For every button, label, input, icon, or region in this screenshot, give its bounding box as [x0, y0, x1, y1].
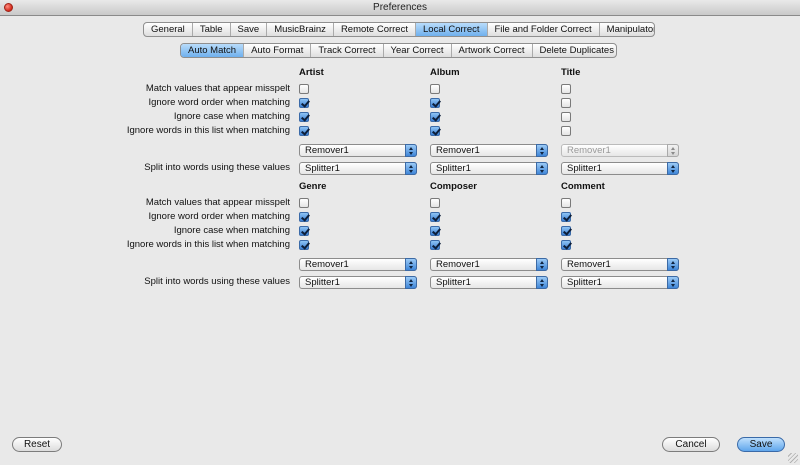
select-value: Splitter1: [567, 277, 602, 288]
subtab-track-correct[interactable]: Track Correct: [311, 44, 384, 57]
comment-word-order-checkbox[interactable]: [561, 212, 571, 222]
select-arrows-icon: [405, 162, 417, 175]
subtab-auto-format[interactable]: Auto Format: [244, 44, 312, 57]
select-value: Remover1: [567, 145, 611, 156]
composer-words-list-checkbox[interactable]: [430, 240, 440, 250]
title-word-order-checkbox[interactable]: [561, 98, 571, 108]
select-arrows-icon: [405, 276, 417, 289]
genre-misspelt-checkbox[interactable]: [299, 198, 309, 208]
select-arrows-icon: [667, 144, 679, 157]
select-arrows-icon: [667, 276, 679, 289]
row-label-words-list: Ignore words in this list when matching: [126, 239, 290, 250]
tab-save[interactable]: Save: [231, 23, 268, 36]
comment-remover-select[interactable]: Remover1: [561, 258, 679, 271]
preferences-content: General Table Save MusicBrainz Remote Correc…: [0, 16, 800, 465]
album-misspelt-checkbox[interactable]: [430, 84, 440, 94]
genre-splitter-select[interactable]: Splitter1: [299, 276, 417, 289]
title-remover-select: Remover1: [561, 144, 679, 157]
tab-local-correct[interactable]: Local Correct: [416, 23, 488, 36]
album-word-order-checkbox[interactable]: [430, 98, 440, 108]
row-label-misspelt: Match values that appear misspelt: [145, 197, 290, 208]
tab-table[interactable]: Table: [193, 23, 231, 36]
tab-manipulators[interactable]: Manipulators: [600, 23, 654, 36]
row-label-split: Split into words using these values: [144, 162, 290, 173]
tab-remote-correct[interactable]: Remote Correct: [334, 23, 416, 36]
tab-general[interactable]: General: [144, 23, 193, 36]
row-label-word-order: Ignore word order when matching: [148, 211, 290, 222]
title-misspelt-checkbox[interactable]: [561, 84, 571, 94]
title-splitter-select[interactable]: Splitter1: [561, 162, 679, 175]
select-arrows-icon: [536, 258, 548, 271]
select-value: Splitter1: [436, 277, 471, 288]
subtab-artwork-correct[interactable]: Artwork Correct: [452, 44, 533, 57]
select-value: Remover1: [436, 259, 480, 270]
save-button[interactable]: Save: [737, 437, 785, 452]
album-words-list-checkbox[interactable]: [430, 126, 440, 136]
artist-words-list-checkbox[interactable]: [299, 126, 309, 136]
subtab-delete-duplicates[interactable]: Delete Duplicates: [533, 44, 617, 57]
select-arrows-icon: [667, 258, 679, 271]
select-value: Splitter1: [305, 277, 340, 288]
row-label-word-order: Ignore word order when matching: [148, 97, 290, 108]
artist-misspelt-checkbox[interactable]: [299, 84, 309, 94]
tab-musicbrainz[interactable]: MusicBrainz: [267, 23, 334, 36]
artist-case-checkbox[interactable]: [299, 112, 309, 122]
genre-word-order-checkbox[interactable]: [299, 212, 309, 222]
album-splitter-select[interactable]: Splitter1: [430, 162, 548, 175]
genre-case-checkbox[interactable]: [299, 226, 309, 236]
subtab-auto-match[interactable]: Auto Match: [181, 44, 245, 57]
select-value: Remover1: [567, 259, 611, 270]
select-arrows-icon: [405, 144, 417, 157]
column-header-album: Album: [430, 67, 460, 78]
select-arrows-icon: [536, 144, 548, 157]
composer-misspelt-checkbox[interactable]: [430, 198, 440, 208]
row-label-case: Ignore case when matching: [173, 111, 290, 122]
select-value: Splitter1: [567, 163, 602, 174]
select-arrows-icon: [536, 162, 548, 175]
title-words-list-checkbox[interactable]: [561, 126, 571, 136]
cancel-button[interactable]: Cancel: [662, 437, 720, 452]
main-tab-bar: General Table Save MusicBrainz Remote Correc…: [143, 22, 655, 37]
select-arrows-icon: [405, 258, 417, 271]
window-title: Preferences: [373, 2, 427, 13]
select-value: Remover1: [436, 145, 480, 156]
album-remover-select[interactable]: Remover1: [430, 144, 548, 157]
composer-case-checkbox[interactable]: [430, 226, 440, 236]
column-header-composer: Composer: [430, 181, 477, 192]
column-header-genre: Genre: [299, 181, 327, 192]
resize-grip-icon[interactable]: [788, 453, 798, 463]
comment-misspelt-checkbox[interactable]: [561, 198, 571, 208]
select-value: Remover1: [305, 145, 349, 156]
sub-tab-bar: Auto Match Auto Format Track Correct Year C…: [180, 43, 617, 58]
composer-word-order-checkbox[interactable]: [430, 212, 440, 222]
genre-remover-select[interactable]: Remover1: [299, 258, 417, 271]
row-label-case: Ignore case when matching: [173, 225, 290, 236]
comment-words-list-checkbox[interactable]: [561, 240, 571, 250]
comment-case-checkbox[interactable]: [561, 226, 571, 236]
row-label-misspelt: Match values that appear misspelt: [145, 83, 290, 94]
select-arrows-icon: [667, 162, 679, 175]
composer-splitter-select[interactable]: Splitter1: [430, 276, 548, 289]
select-arrows-icon: [536, 276, 548, 289]
select-value: Splitter1: [305, 163, 340, 174]
title-bar: Preferences: [0, 0, 800, 16]
album-case-checkbox[interactable]: [430, 112, 440, 122]
tab-file-and-folder-correct[interactable]: File and Folder Correct: [488, 23, 600, 36]
comment-splitter-select[interactable]: Splitter1: [561, 276, 679, 289]
select-value: Remover1: [305, 259, 349, 270]
row-label-split: Split into words using these values: [144, 276, 290, 287]
artist-remover-select[interactable]: Remover1: [299, 144, 417, 157]
column-header-title: Title: [561, 67, 581, 78]
artist-splitter-select[interactable]: Splitter1: [299, 162, 417, 175]
row-label-words-list: Ignore words in this list when matching: [126, 125, 290, 136]
genre-words-list-checkbox[interactable]: [299, 240, 309, 250]
reset-button[interactable]: Reset: [12, 437, 62, 452]
artist-word-order-checkbox[interactable]: [299, 98, 309, 108]
column-header-comment: Comment: [561, 181, 605, 192]
title-case-checkbox[interactable]: [561, 112, 571, 122]
subtab-year-correct[interactable]: Year Correct: [384, 44, 452, 57]
column-header-artist: Artist: [299, 67, 324, 78]
select-value: Splitter1: [436, 163, 471, 174]
composer-remover-select[interactable]: Remover1: [430, 258, 548, 271]
